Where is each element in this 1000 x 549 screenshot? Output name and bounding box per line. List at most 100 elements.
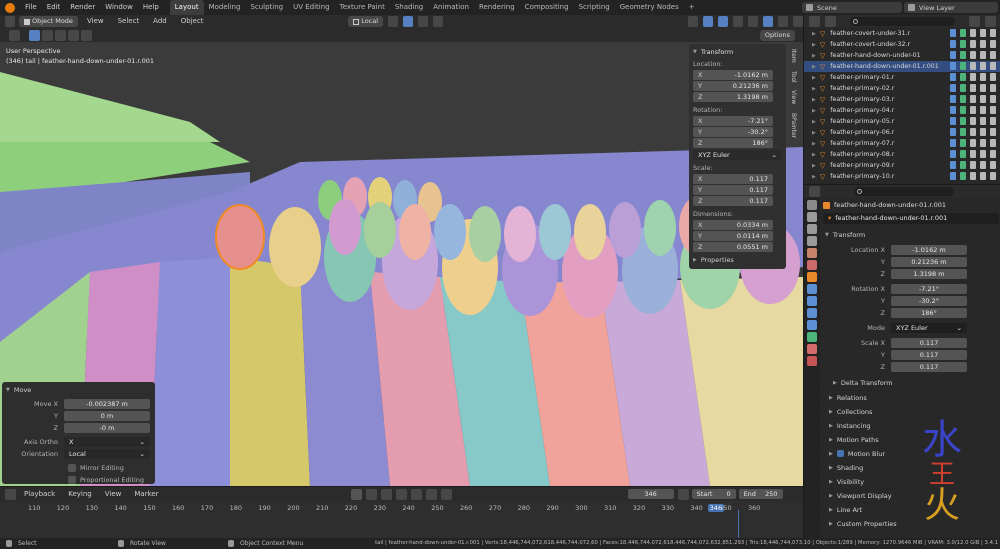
select-arrow-icon[interactable] xyxy=(970,73,976,81)
prop-rotation-y-field[interactable]: -30.2° xyxy=(891,295,967,306)
sidebar-tab-tool[interactable]: Tool xyxy=(789,67,798,86)
expand-icon[interactable]: ▶ xyxy=(812,75,816,81)
view-layer-tab-icon[interactable] xyxy=(807,236,817,246)
delta-transform-section[interactable]: ▶ Delta Transform xyxy=(823,376,999,390)
data-icon[interactable] xyxy=(960,73,966,81)
view-layer-selector[interactable]: View Layer xyxy=(904,2,998,13)
particles-tab-icon[interactable] xyxy=(807,296,817,306)
menu-object[interactable]: Object xyxy=(176,14,209,29)
object-tab-icon[interactable] xyxy=(807,272,817,282)
camera-icon[interactable] xyxy=(990,51,996,59)
proportional-icon[interactable] xyxy=(433,16,443,27)
render-tab-icon[interactable] xyxy=(807,212,817,222)
outliner-item[interactable]: ▶ ▽ feather-primary-09.r xyxy=(804,160,1000,171)
modifier-icon[interactable] xyxy=(950,106,956,114)
rotation-x-field[interactable]: X -7.21° xyxy=(693,116,773,126)
jump-end-icon[interactable] xyxy=(440,488,452,500)
move-y-field[interactable]: 0 m xyxy=(64,410,150,421)
select-tool-icon[interactable] xyxy=(9,29,20,41)
prop-scale-y-field[interactable]: 0.117 xyxy=(891,349,967,360)
options-dropdown[interactable]: Options xyxy=(759,29,795,41)
outliner-item[interactable]: ▶ ▽ feather-covert-under-32.r xyxy=(804,39,1000,50)
sidebar-tab-bpainter[interactable]: BPainter xyxy=(789,109,798,141)
tab-texture-paint[interactable]: Texture Paint xyxy=(335,0,390,15)
location-y-field[interactable]: Y 0.21236 m xyxy=(693,81,773,91)
modifier-icon[interactable] xyxy=(950,139,956,147)
modifier-icon[interactable] xyxy=(950,117,956,125)
camera-icon[interactable] xyxy=(990,128,996,136)
overlay-icon[interactable] xyxy=(718,16,729,27)
sidebar-tab-item[interactable]: Item xyxy=(789,46,798,66)
eye-icon[interactable] xyxy=(980,62,986,70)
data-tab-icon[interactable] xyxy=(807,332,817,342)
axis-ortho-dropdown[interactable]: X ⌄ xyxy=(64,436,150,447)
outliner-item[interactable]: ▶ ▽ feather-primary-08.r xyxy=(804,149,1000,160)
tab-animation[interactable]: Animation xyxy=(428,0,474,15)
select-intersect-icon[interactable] xyxy=(81,29,92,41)
modifier-icon[interactable] xyxy=(950,128,956,136)
menu-edit[interactable]: Edit xyxy=(42,0,66,15)
outliner-item[interactable]: ▶ ▽ feather-primary-07.r xyxy=(804,138,1000,149)
transform-orientation-dropdown[interactable]: Local xyxy=(348,16,384,27)
sidebar-tab-view[interactable]: View xyxy=(789,87,798,108)
properties-section-shading[interactable]: ▶ Shading xyxy=(823,460,999,474)
menu-keying[interactable]: Keying xyxy=(63,487,97,502)
dimensions-x-field[interactable]: X 0.0334 m xyxy=(693,220,773,230)
record-icon[interactable] xyxy=(350,488,362,500)
outliner-item[interactable]: ▶ ▽ feather-covert-under-31.r xyxy=(804,28,1000,39)
select-arrow-icon[interactable] xyxy=(970,139,976,147)
dimensions-y-field[interactable]: Y 0.0114 m xyxy=(693,231,773,241)
data-icon[interactable] xyxy=(960,139,966,147)
select-arrow-icon[interactable] xyxy=(970,84,976,92)
expand-icon[interactable]: ▶ xyxy=(812,152,816,158)
camera-icon[interactable] xyxy=(990,139,996,147)
select-arrow-icon[interactable] xyxy=(970,51,976,59)
eye-icon[interactable] xyxy=(980,161,986,169)
current-frame-field[interactable]: 346 xyxy=(627,489,674,499)
constraints-tab-icon[interactable] xyxy=(807,320,817,330)
visibility-icon[interactable] xyxy=(688,16,699,27)
camera-icon[interactable] xyxy=(990,117,996,125)
camera-icon[interactable] xyxy=(990,150,996,158)
menu-render[interactable]: Render xyxy=(65,0,100,15)
properties-section-viewport-display[interactable]: ▶ Viewport Display xyxy=(823,488,999,502)
expand-icon[interactable]: ▶ xyxy=(812,97,816,103)
tab-uv-editing[interactable]: UV Editing xyxy=(288,0,335,15)
properties-editor-icon[interactable] xyxy=(809,185,820,197)
snap-target-icon[interactable] xyxy=(418,16,429,27)
playhead[interactable] xyxy=(738,510,739,538)
pivot-icon[interactable] xyxy=(388,16,399,27)
data-icon[interactable] xyxy=(960,150,966,158)
eye-icon[interactable] xyxy=(980,29,986,37)
menu-add[interactable]: Add xyxy=(148,14,172,29)
menu-marker[interactable]: Marker xyxy=(129,487,163,502)
modifier-icon[interactable] xyxy=(950,40,956,48)
select-arrow-icon[interactable] xyxy=(970,40,976,48)
menu-view[interactable]: View xyxy=(82,14,109,29)
outliner-item[interactable]: ▶ ▽ feather-hand-down-under-01.r.001 xyxy=(804,61,1000,72)
expand-icon[interactable]: ▶ xyxy=(812,141,816,147)
tab-rendering[interactable]: Rendering xyxy=(474,0,520,15)
location-z-field[interactable]: Z 1.3198 m xyxy=(693,92,773,102)
preview-range-icon[interactable] xyxy=(677,488,689,500)
collapse-icon[interactable]: ▼ xyxy=(6,387,10,393)
dimensions-z-field[interactable]: Z 0.0551 m xyxy=(693,242,773,252)
outliner-item[interactable]: ▶ ▽ feather-hand-down-under-01 xyxy=(804,50,1000,61)
eye-icon[interactable] xyxy=(980,117,986,125)
outliner-item[interactable]: ▶ ▽ feather-primary-10.r xyxy=(804,171,1000,182)
prop-rotation-x-field[interactable]: -7.21° xyxy=(891,283,967,294)
modifier-icon[interactable] xyxy=(950,161,956,169)
expand-icon[interactable]: ▶ xyxy=(812,119,816,125)
data-icon[interactable] xyxy=(960,117,966,125)
menu-file[interactable]: File xyxy=(20,0,42,15)
prop-rotation-z-field[interactable]: 186° xyxy=(891,307,967,318)
outliner-item[interactable]: ▶ ▽ feather-primary-06.r xyxy=(804,127,1000,138)
expand-icon[interactable]: ▶ xyxy=(812,53,816,59)
camera-icon[interactable] xyxy=(990,106,996,114)
select-subtract-icon[interactable] xyxy=(55,29,66,41)
add-workspace-button[interactable]: + xyxy=(684,0,700,15)
prev-key-icon[interactable] xyxy=(380,488,392,500)
mirror-checkbox[interactable] xyxy=(68,463,76,472)
data-icon[interactable] xyxy=(960,95,966,103)
properties-section-instancing[interactable]: ▶ Instancing xyxy=(823,418,999,432)
